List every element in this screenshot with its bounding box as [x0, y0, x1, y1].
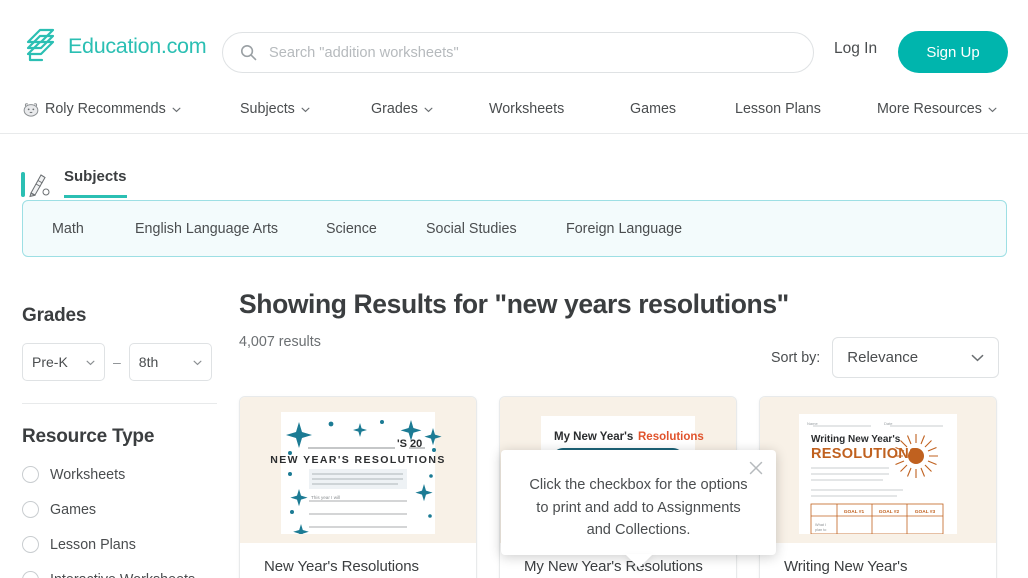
- nav-item-games[interactable]: Games: [630, 101, 676, 117]
- svg-text:RESOLUTIONS: RESOLUTIONS: [811, 446, 919, 462]
- chevron-down-icon: [987, 105, 997, 113]
- svg-text:GOAL #1: GOAL #1: [844, 509, 865, 515]
- grade-from-value: Pre-K: [32, 354, 68, 370]
- nav-label: Subjects: [240, 101, 295, 117]
- grade-from-select[interactable]: Pre-K: [22, 343, 105, 381]
- nav-item-subjects[interactable]: Subjects: [240, 101, 310, 117]
- sort-by-control: Sort by: Relevance: [771, 337, 1000, 378]
- nav-label: More Resources: [877, 101, 982, 117]
- tooltip-pointer: [624, 554, 653, 568]
- filter-label: Lesson Plans: [50, 536, 136, 553]
- site-logo[interactable]: Education.com: [22, 26, 207, 66]
- main-navigation: Roly Recommends Subjects Grades Workshee…: [0, 85, 1028, 134]
- sort-by-label: Sort by:: [771, 349, 821, 366]
- chevron-down-icon: [192, 358, 202, 366]
- nav-label: Games: [630, 101, 677, 117]
- grade-range-separator: –: [113, 354, 121, 370]
- signup-button[interactable]: Sign Up: [898, 31, 1008, 73]
- svg-text:NEW YEAR'S RESOLUTIONS: NEW YEAR'S RESOLUTIONS: [270, 454, 445, 466]
- roly-mascot-icon: [22, 100, 40, 118]
- nav-item-lesson-plans[interactable]: Lesson Plans: [735, 101, 821, 117]
- svg-text:Writing New Year's: Writing New Year's: [811, 434, 901, 445]
- stacked-pages-logo-icon: [22, 26, 62, 66]
- page-title: Showing Results for "new years resolutio…: [239, 289, 789, 319]
- card-title: New Year's Resolutions: [264, 558, 419, 575]
- new-years-resolutions-stars-worksheet: 'S 20 NEW YEAR'S RESOLUTIONS This year I…: [240, 397, 476, 543]
- nav-item-grades[interactable]: Grades: [371, 101, 433, 117]
- filter-option-games[interactable]: Games: [22, 501, 217, 518]
- subject-tab-english-language-arts[interactable]: English Language Arts: [135, 221, 278, 237]
- svg-text:What I: What I: [815, 523, 826, 527]
- chevron-down-icon: [300, 105, 310, 113]
- nav-item-roly-recommends[interactable]: Roly Recommends: [22, 100, 181, 118]
- sort-by-select[interactable]: Relevance: [832, 337, 1000, 378]
- filters-sidebar: Grades Pre-K – 8th Resource Type Workshe…: [22, 305, 217, 578]
- chevron-down-icon: [971, 354, 984, 362]
- grade-to-select[interactable]: 8th: [128, 343, 212, 381]
- card-title: Writing New Year's Resolutions: [784, 558, 908, 578]
- radio-icon[interactable]: [22, 466, 39, 483]
- resource-type-title: Resource Type: [22, 426, 155, 447]
- login-link[interactable]: Log In: [834, 40, 877, 58]
- svg-text:My New Year's: My New Year's: [554, 431, 633, 443]
- grade-range-row: Pre-K – 8th: [22, 343, 217, 381]
- results-header: Showing Results for "new years resolutio…: [239, 289, 789, 350]
- tooltip-message: Click the checkbox for the options to pr…: [529, 477, 748, 539]
- svg-text:GOAL #3: GOAL #3: [915, 509, 936, 515]
- filter-label: Games: [50, 501, 97, 518]
- subject-tab-social-studies[interactable]: Social Studies: [426, 221, 517, 237]
- nav-label: Worksheets: [489, 101, 565, 117]
- chevron-down-icon: [423, 105, 433, 113]
- radio-icon[interactable]: [22, 571, 39, 578]
- svg-text:GOAL #2: GOAL #2: [879, 509, 900, 515]
- sort-by-value: Relevance: [847, 349, 919, 366]
- filter-label: Worksheets: [50, 466, 126, 483]
- result-card[interactable]: 'S 20 NEW YEAR'S RESOLUTIONS This year I…: [239, 396, 477, 578]
- checkbox-hint-tooltip: Click the checkbox for the options to pr…: [501, 450, 776, 568]
- writing-new-years-resolutions-worksheet: Name Date Writing New Year's RESOLUTIONS: [760, 397, 996, 543]
- subject-tab-science[interactable]: Science: [326, 221, 377, 237]
- subject-tab-math[interactable]: Math: [52, 221, 84, 237]
- nav-item-more-resources[interactable]: More Resources: [877, 101, 997, 117]
- close-icon[interactable]: [747, 459, 765, 477]
- filter-option-lesson-plans[interactable]: Lesson Plans: [22, 536, 217, 553]
- svg-text:Date: Date: [884, 421, 893, 426]
- nav-label: Lesson Plans: [735, 101, 821, 117]
- radio-icon[interactable]: [22, 501, 39, 518]
- nav-label: Roly Recommends: [45, 101, 166, 117]
- results-count: 4,007 results: [239, 334, 321, 350]
- school-supplies-icon: [22, 171, 52, 198]
- search-input[interactable]: [269, 37, 789, 68]
- filter-option-interactive-worksheets[interactable]: Interactive Worksheets: [22, 571, 217, 578]
- grades-filter-title: Grades: [22, 305, 87, 326]
- svg-text:Resolutions: Resolutions: [638, 431, 704, 443]
- result-card[interactable]: Name Date Writing New Year's RESOLUTIONS: [759, 396, 997, 578]
- search-results-page: Education.com Log In Sign Up: [0, 0, 1028, 578]
- nav-item-worksheets[interactable]: Worksheets: [489, 101, 564, 117]
- nav-label: Grades: [371, 101, 418, 117]
- logo-text: Education.com: [68, 33, 207, 58]
- site-header: Education.com Log In Sign Up: [0, 0, 1028, 85]
- radio-icon[interactable]: [22, 536, 39, 553]
- svg-text:Name: Name: [807, 421, 818, 426]
- filter-option-worksheets[interactable]: Worksheets: [22, 466, 217, 483]
- subject-tab-foreign-language[interactable]: Foreign Language: [566, 221, 682, 237]
- subjects-heading: Subjects: [64, 168, 127, 198]
- search-icon: [223, 44, 257, 61]
- sidebar-divider: [22, 403, 217, 404]
- chevron-down-icon: [85, 358, 95, 366]
- filter-label: Interactive Worksheets: [50, 572, 195, 578]
- svg-text:This year I will: This year I will: [311, 495, 340, 500]
- grade-to-value: 8th: [138, 354, 159, 370]
- search-bar[interactable]: [222, 32, 814, 73]
- subjects-tab-panel: Math English Language Arts Science Socia…: [22, 200, 1007, 257]
- chevron-down-icon: [171, 105, 181, 113]
- svg-text:plan to: plan to: [815, 528, 826, 532]
- svg-text:'S 20: 'S 20: [397, 438, 422, 450]
- subjects-tab-header: Subjects: [22, 168, 127, 198]
